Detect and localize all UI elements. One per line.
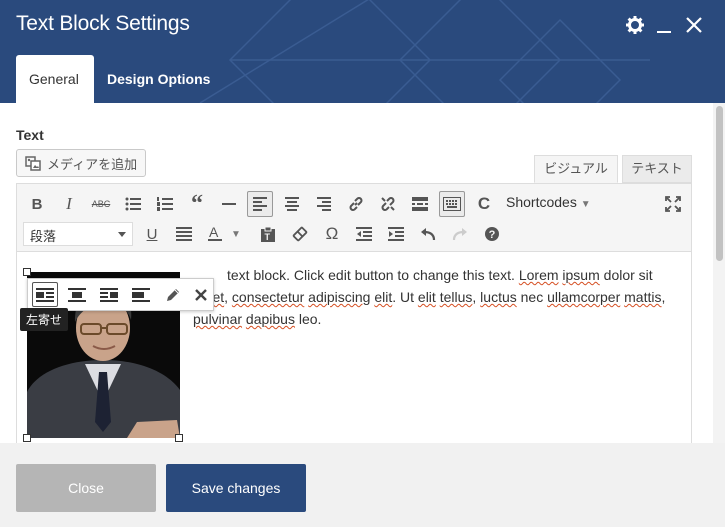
text-segment: Ut xyxy=(400,289,415,305)
special-character-icon[interactable]: Ω xyxy=(319,221,345,247)
resize-handle-top-left[interactable] xyxy=(23,268,31,276)
save-changes-button[interactable]: Save changes xyxy=(166,464,306,512)
italic-icon[interactable]: I xyxy=(56,191,82,217)
text-segment: text block. Click edit button to change … xyxy=(227,267,515,283)
bullet-list-icon[interactable] xyxy=(120,191,146,217)
text-segment: adipiscing xyxy=(308,289,371,305)
edit-pencil-icon[interactable] xyxy=(160,282,186,307)
read-more-icon[interactable] xyxy=(407,191,433,217)
text-segment: consectetur xyxy=(231,289,305,305)
text-segment: mattis xyxy=(624,289,662,305)
resize-handle-bottom-right[interactable] xyxy=(175,434,183,442)
redo-icon[interactable] xyxy=(447,221,473,247)
image-inline-toolbar xyxy=(27,278,214,311)
numbered-list-icon[interactable] xyxy=(152,191,178,217)
help-icon[interactable]: ? xyxy=(479,221,505,247)
scrollbar-thumb[interactable] xyxy=(716,106,723,261)
clear-formatting-icon[interactable] xyxy=(287,221,313,247)
dialog-title: Text Block Settings xyxy=(16,12,190,35)
align-right-icon[interactable] xyxy=(311,191,337,217)
paste-as-text-icon[interactable]: T xyxy=(255,221,281,247)
text-segment: ipsum xyxy=(562,267,600,283)
editor-body-text[interactable]: text block. Click edit button to change … xyxy=(193,264,673,330)
shortcodes-dropdown[interactable]: Shortcodes ▼ xyxy=(506,194,591,210)
undo-icon[interactable] xyxy=(415,221,441,247)
fullscreen-icon[interactable] xyxy=(660,191,686,217)
text-segment: pulvinar xyxy=(193,311,243,327)
add-media-icon xyxy=(25,156,41,171)
link-icon[interactable] xyxy=(343,191,369,217)
text-color-icon[interactable]: A xyxy=(203,221,229,247)
remove-image-icon[interactable] xyxy=(188,282,214,307)
tab-general[interactable]: General xyxy=(16,55,94,103)
horizontal-line-icon[interactable] xyxy=(216,191,242,217)
text-segment: luctus xyxy=(480,289,517,305)
image-align-left-icon[interactable] xyxy=(32,282,58,307)
tab-text[interactable]: テキスト xyxy=(622,155,692,183)
text-segment: Lorem xyxy=(518,267,559,283)
align-center-icon[interactable] xyxy=(279,191,305,217)
dialog-header: Text Block Settings General Design Optio… xyxy=(0,0,725,103)
format-select[interactable]: 段落 xyxy=(23,222,133,246)
shortcodes-label: Shortcodes xyxy=(506,194,577,210)
text-field-label: Text xyxy=(16,127,44,143)
outdent-icon[interactable] xyxy=(351,221,377,247)
strikethrough-icon[interactable]: ABC xyxy=(88,191,114,217)
close-icon[interactable] xyxy=(684,15,704,35)
svg-text:A: A xyxy=(209,226,219,240)
rich-text-editor[interactable]: B I ABC “ C Shortcodes ▼ 段落 U A ▼ T Ω ? … xyxy=(16,183,692,443)
text-color-dropdown-icon[interactable]: ▼ xyxy=(229,221,243,247)
chevron-down-icon xyxy=(118,232,126,237)
add-media-label: メディアを追加 xyxy=(47,156,138,172)
unlink-icon[interactable] xyxy=(375,191,401,217)
close-button[interactable]: Close xyxy=(16,464,156,512)
text-segment: tellus xyxy=(439,289,473,305)
resize-handle-bottom-left[interactable] xyxy=(23,434,31,442)
caret-down-icon: ▼ xyxy=(580,199,591,210)
blockquote-icon[interactable]: “ xyxy=(184,191,210,217)
bold-icon[interactable]: B xyxy=(24,191,50,217)
justify-icon[interactable] xyxy=(171,221,197,247)
minimize-icon[interactable] xyxy=(654,15,674,35)
text-segment: elit xyxy=(374,289,393,305)
dialog-content: Text メディアを追加 ビジュアル テキスト B I ABC “ C Shor… xyxy=(0,103,713,443)
shortcode-c-icon[interactable]: C xyxy=(471,191,497,217)
tab-visual[interactable]: ビジュアル xyxy=(534,155,618,183)
tab-design-options[interactable]: Design Options xyxy=(94,55,223,103)
text-segment: dolor sit xyxy=(603,267,653,283)
align-left-icon[interactable] xyxy=(247,191,273,217)
toolbar-toggle-icon[interactable] xyxy=(439,191,465,217)
indent-icon[interactable] xyxy=(383,221,409,247)
svg-text:T: T xyxy=(265,232,271,242)
editor-toolbar: B I ABC “ C Shortcodes ▼ 段落 U A ▼ T Ω ? xyxy=(17,184,691,252)
image-align-none-icon[interactable] xyxy=(128,282,154,307)
text-segment: nec xyxy=(520,289,544,305)
image-align-right-icon[interactable] xyxy=(96,282,122,307)
text-segment: elit xyxy=(417,289,436,305)
svg-text:?: ? xyxy=(489,229,496,241)
image-align-center-icon[interactable] xyxy=(64,282,90,307)
underline-icon[interactable]: U xyxy=(139,221,165,247)
image-toolbar-tooltip: 左寄せ xyxy=(20,308,69,331)
text-segment: ullamcorper xyxy=(547,289,621,305)
gear-icon[interactable] xyxy=(625,15,645,35)
text-segment: leo. xyxy=(298,311,322,327)
add-media-button[interactable]: メディアを追加 xyxy=(16,149,146,177)
format-select-value: 段落 xyxy=(30,229,57,244)
text-segment: dapibus xyxy=(245,311,295,327)
